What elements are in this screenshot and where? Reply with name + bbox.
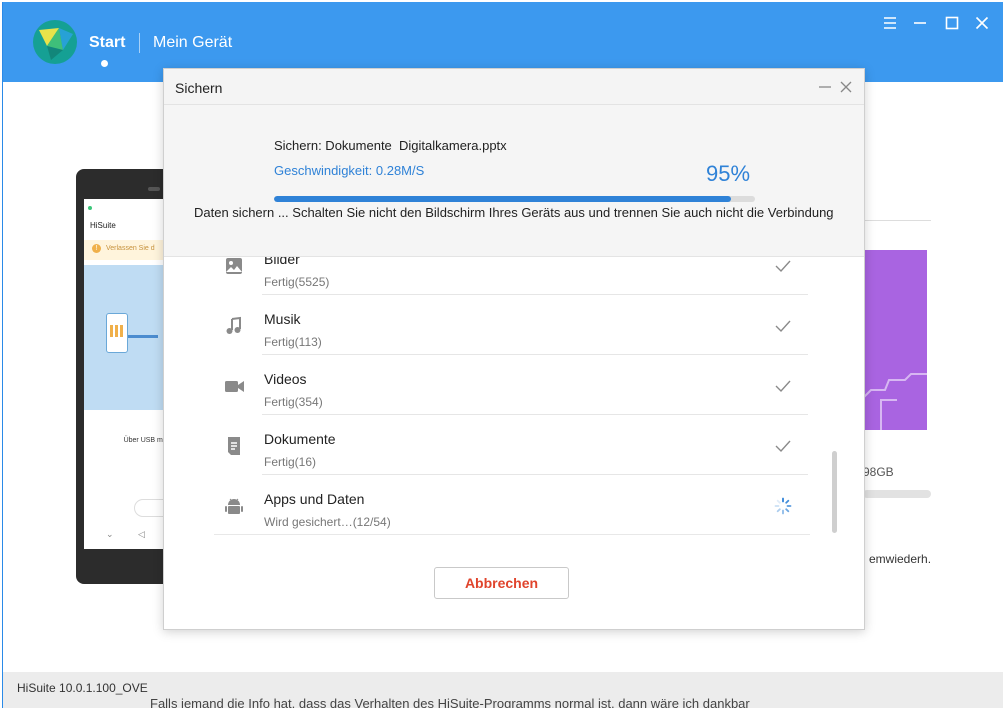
check-icon: [774, 257, 792, 275]
current-file-label: Sichern: Dokumente Digitalkamera.pptx: [274, 138, 507, 153]
loading-spinner-icon: [774, 497, 792, 515]
progress-percent: 95%: [706, 161, 751, 186]
restore-text: emwiederh.: [869, 552, 932, 566]
version-label: HiSuite 10.0.1.100_OVE: [17, 681, 148, 695]
dialog-title-bar: Sichern: [164, 69, 864, 105]
phone-app-name: HiSuite: [90, 221, 116, 230]
maximize-icon[interactable]: [941, 12, 963, 34]
speed-label: Geschwindigkeit: 0.28M/S: [274, 163, 425, 178]
close-icon[interactable]: [971, 12, 993, 34]
hisuite-logo[interactable]: [33, 20, 77, 64]
item-name: Apps und Daten: [264, 491, 365, 507]
dialog-title: Sichern: [175, 80, 223, 96]
document-icon: [223, 435, 245, 457]
item-name: Videos: [264, 371, 307, 387]
list-item: Bilder Fertig(5525): [214, 257, 808, 295]
item-name: Bilder: [264, 257, 300, 267]
check-icon: [774, 377, 792, 395]
item-name: Musik: [264, 311, 301, 327]
image-icon: [223, 257, 245, 277]
item-status: Fertig(16): [264, 455, 317, 469]
list-scrollbar[interactable]: [832, 451, 837, 533]
item-status: Fertig(354): [264, 395, 323, 409]
list-item: Apps und Daten Wird gesichert…(12/54): [214, 475, 808, 534]
cancel-button[interactable]: Abbrechen: [434, 567, 569, 599]
progress-panel: Sichern: Dokumente Digitalkamera.pptx Ge…: [164, 105, 864, 257]
storage-bar: [863, 490, 931, 498]
dialog-close-icon[interactable]: [838, 79, 854, 95]
tab-start[interactable]: Start: [89, 34, 125, 52]
warning-text: Daten sichern ... Schalten Sie nicht den…: [194, 205, 834, 220]
video-icon: [223, 375, 245, 397]
progress-bar: [274, 196, 755, 202]
menu-icon[interactable]: [879, 12, 901, 34]
list-item: Videos Fertig(354): [214, 355, 808, 415]
nav-divider: [139, 33, 140, 53]
item-status: Wird gesichert…(12/54): [264, 515, 391, 529]
check-icon: [774, 437, 792, 455]
check-icon: [774, 317, 792, 335]
minimize-icon[interactable]: [909, 12, 931, 34]
backup-dialog: Sichern Sichern: Dokumente Digitalkamera…: [163, 68, 865, 630]
item-status: Fertig(113): [264, 335, 322, 349]
storage-graphic: [861, 250, 927, 430]
android-icon: [223, 495, 245, 517]
list-item: Musik Fertig(113): [214, 295, 808, 355]
tab-my-device[interactable]: Mein Gerät: [153, 34, 232, 52]
category-list[interactable]: Bilder Fertig(5525) Musik Fertig(113) Vi…: [214, 257, 810, 535]
item-status: Fertig(5525): [264, 275, 330, 289]
background-text: Falls jemand die Info hat, dass das Verh…: [150, 696, 750, 708]
item-name: Dokumente: [264, 431, 336, 447]
music-icon: [223, 315, 245, 337]
progress-bar-fill: [274, 196, 731, 202]
dialog-minimize-icon[interactable]: [817, 79, 833, 95]
storage-size-text: 98GB: [863, 465, 894, 479]
active-tab-indicator: [101, 60, 108, 67]
divider: [861, 220, 931, 221]
list-item: Dokumente Fertig(16): [214, 415, 808, 475]
